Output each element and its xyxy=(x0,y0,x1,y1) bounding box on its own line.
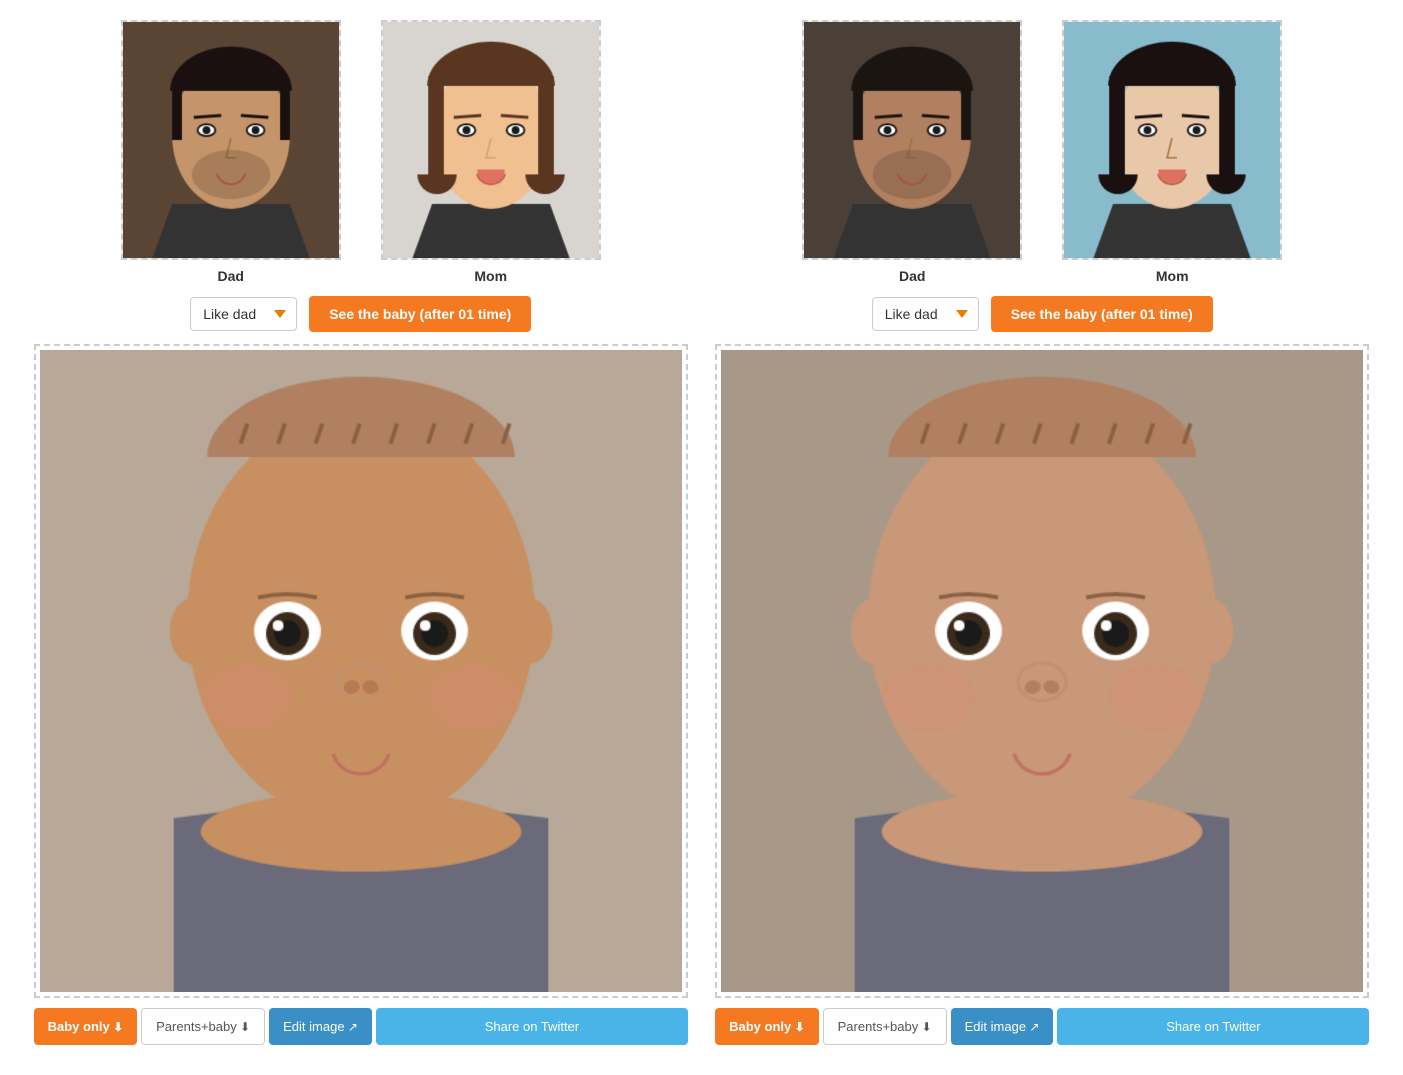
pair1-mom-label: Mom xyxy=(474,268,507,284)
pair1-share-twitter-button[interactable]: Share on Twitter xyxy=(376,1008,688,1045)
pair1-mom-canvas xyxy=(383,22,599,258)
pair2-parents-row: Dad Mom xyxy=(715,20,1369,284)
pair1-parents-download-icon xyxy=(237,1019,250,1034)
pair1-edit-image-button[interactable]: Edit image xyxy=(269,1008,372,1045)
pair1-parents-row: Dad Mom xyxy=(34,20,688,284)
pair2-baby-section xyxy=(715,344,1369,998)
pair1-action-buttons: Baby only Parents+baby Edit image Share … xyxy=(34,1008,688,1045)
pair2-mom-label: Mom xyxy=(1156,268,1189,284)
pair1-download-icon xyxy=(110,1019,123,1034)
pairs-row: Dad Mom Like dad Like mom Mix See the xyxy=(20,20,1383,1045)
pair2-parents-baby-button[interactable]: Parents+baby xyxy=(823,1008,947,1045)
pair1-dad-item: Dad xyxy=(121,20,341,284)
pair2-mom-item: Mom xyxy=(1062,20,1282,284)
pair2-edit-image-button[interactable]: Edit image xyxy=(951,1008,1054,1045)
pair1-baby-only-button[interactable]: Baby only xyxy=(34,1008,138,1045)
pair2-share-twitter-button[interactable]: Share on Twitter xyxy=(1057,1008,1369,1045)
pair1-dad-canvas xyxy=(123,22,339,258)
pair1-parents-baby-button[interactable]: Parents+baby xyxy=(141,1008,265,1045)
pair2-mom-photo xyxy=(1062,20,1282,260)
pair1-mom-photo xyxy=(381,20,601,260)
pair2-like-select[interactable]: Like dad Like mom Mix xyxy=(872,297,979,331)
pair2-edit-icon xyxy=(1026,1019,1039,1034)
pair1-dad-photo xyxy=(121,20,341,260)
pair2-controls-row: Like dad Like mom Mix See the baby (afte… xyxy=(872,296,1213,332)
pair2-dad-label: Dad xyxy=(899,268,925,284)
pair2-parents-download-icon xyxy=(918,1019,931,1034)
pair1-controls-row: Like dad Like mom Mix See the baby (afte… xyxy=(190,296,531,332)
pair2-section: Dad Mom Like dad Like mom Mix See the xyxy=(715,20,1369,1045)
pair2-dad-canvas xyxy=(804,22,1020,258)
main-container: Dad Mom Like dad Like mom Mix See the xyxy=(0,0,1403,1075)
pair1-baby-canvas xyxy=(40,350,682,992)
pair1-edit-icon xyxy=(345,1019,358,1034)
pair1-baby-section xyxy=(34,344,688,998)
pair2-download-icon xyxy=(791,1019,804,1034)
pair2-action-buttons: Baby only Parents+baby Edit image Share … xyxy=(715,1008,1369,1045)
pair2-baby-canvas xyxy=(721,350,1363,992)
pair1-section: Dad Mom Like dad Like mom Mix See the xyxy=(34,20,688,1045)
pair2-dad-photo xyxy=(802,20,1022,260)
pair2-see-baby-button[interactable]: See the baby (after 01 time) xyxy=(991,296,1213,332)
pair2-mom-canvas xyxy=(1064,22,1280,258)
pair1-like-select[interactable]: Like dad Like mom Mix xyxy=(190,297,297,331)
pair1-mom-item: Mom xyxy=(381,20,601,284)
pair2-dad-item: Dad xyxy=(802,20,1022,284)
pair2-baby-only-button[interactable]: Baby only xyxy=(715,1008,819,1045)
pair1-dad-label: Dad xyxy=(218,268,244,284)
pair1-see-baby-button[interactable]: See the baby (after 01 time) xyxy=(309,296,531,332)
